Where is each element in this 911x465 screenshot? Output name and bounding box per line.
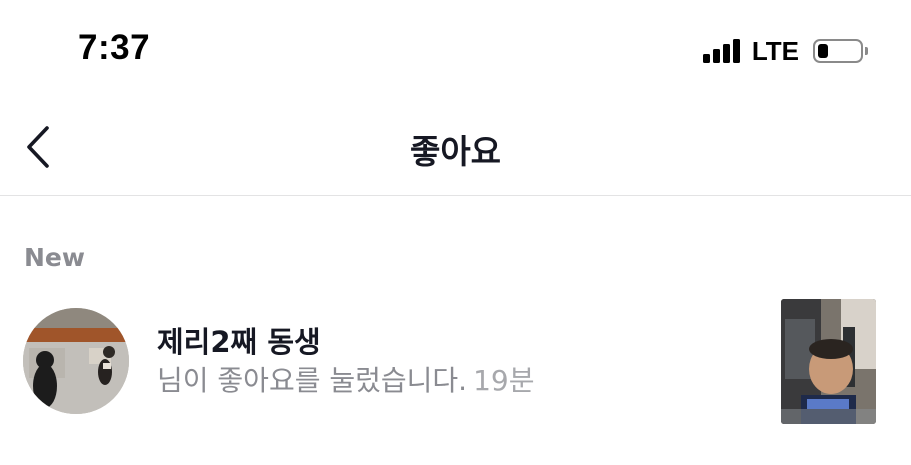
avatar[interactable] bbox=[23, 308, 129, 414]
notification-item[interactable]: 제리2째 동생 님이 좋아요를 눌렀습니다. 19분 bbox=[0, 296, 911, 428]
nav-header: 좋아요 bbox=[0, 100, 911, 196]
notification-text: 제리2째 동생 님이 좋아요를 눌렀습니다. 19분 bbox=[157, 324, 534, 398]
status-bar: 7:37 LTE bbox=[0, 0, 911, 100]
notification-time: 19분 bbox=[473, 364, 535, 397]
notification-message-line: 님이 좋아요를 눌렀습니다. 19분 bbox=[157, 364, 534, 398]
page-title: 좋아요 bbox=[409, 132, 502, 171]
status-indicators: LTE bbox=[702, 35, 868, 66]
video-thumbnail[interactable] bbox=[781, 299, 876, 424]
section-label-new: New bbox=[24, 243, 85, 272]
likes-screen: 7:37 LTE 좋아요 New 제리2째 동생 님이 좋아요를 눌렀습니다. … bbox=[0, 0, 911, 465]
battery-level bbox=[818, 44, 828, 58]
notification-message: 님이 좋아요를 눌렀습니다. bbox=[157, 364, 468, 397]
signal-strength-icon bbox=[702, 39, 740, 63]
network-type: LTE bbox=[751, 35, 799, 66]
battery-icon bbox=[813, 39, 868, 63]
notification-username[interactable]: 제리2째 동생 bbox=[157, 324, 534, 360]
status-time: 7:37 bbox=[78, 28, 151, 67]
